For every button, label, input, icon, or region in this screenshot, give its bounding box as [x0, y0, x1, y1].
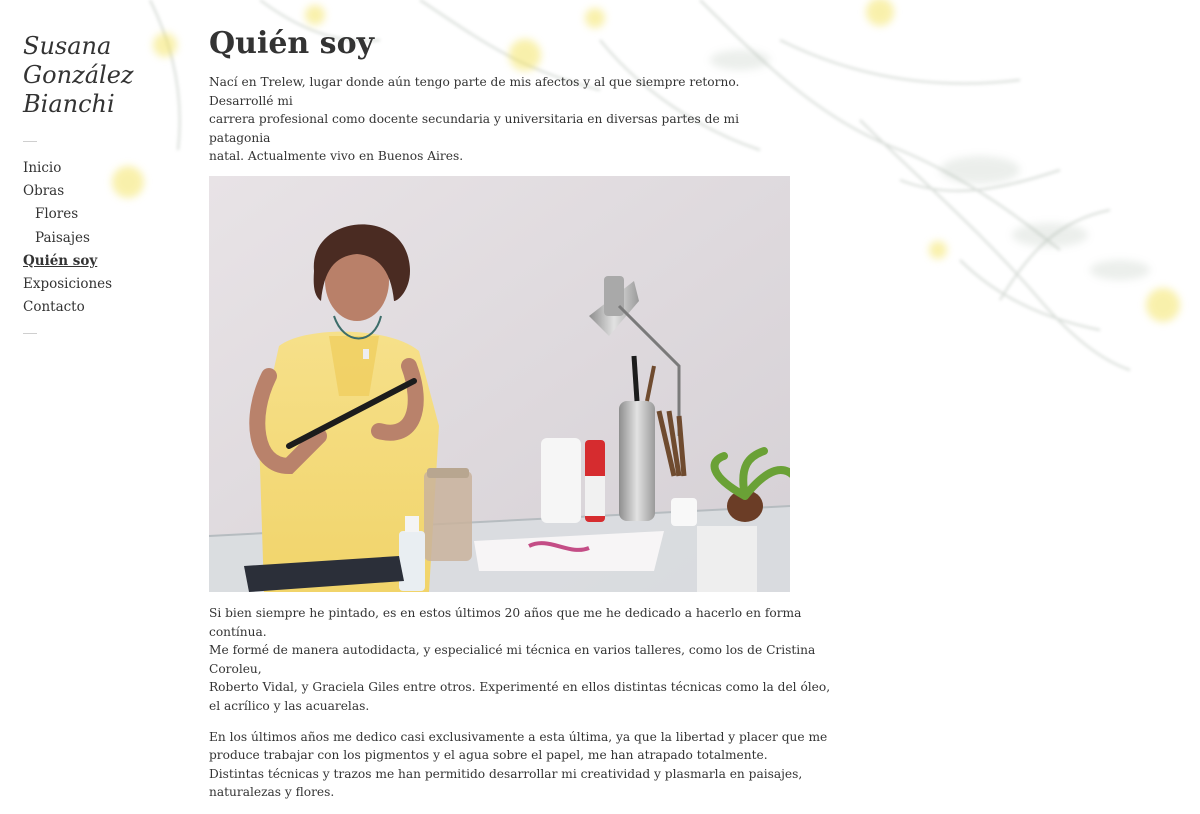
paragraph3-line-4: naturalezas y flores.: [209, 785, 335, 800]
intro-paragraph: Nací en Trelew, lugar donde aún tengo pa…: [209, 73, 794, 166]
site-title-line-1[interactable]: Susana: [23, 32, 111, 60]
nav-item-obras[interactable]: Obras: [23, 180, 183, 203]
paragraph2-line-3: Roberto Vidal, y Graciela Giles entre ot…: [209, 680, 831, 695]
sidebar: Susana González Bianchi Inicio Obras Flo…: [23, 32, 183, 335]
paragraph3-line-3: Distintas técnicas y trazos me han permi…: [209, 766, 803, 781]
nav-item-paisajes[interactable]: Paisajes: [23, 227, 183, 250]
nav-item-flores[interactable]: Flores: [23, 203, 183, 226]
intro-line-2: carrera profesional como docente secunda…: [209, 112, 739, 145]
intro-line-1: Nací en Trelew, lugar donde aún tengo pa…: [209, 75, 740, 108]
nav-item-exposiciones[interactable]: Exposiciones: [23, 273, 183, 296]
page-title: Quién soy: [209, 26, 375, 61]
main-nav: Inicio Obras Flores Paisajes Quién soy E…: [23, 157, 183, 319]
site-title-line-3[interactable]: Bianchi: [23, 90, 115, 118]
paragraph2-line-2: Me formé de manera autodidacta, y especi…: [209, 643, 816, 676]
paragraph-formacion: Si bien siempre he pintado, es en estos …: [209, 604, 834, 716]
nav-item-contacto[interactable]: Contacto: [23, 296, 183, 319]
paragraph-acuarelas: En los últimos años me dedico casi exclu…: [209, 728, 834, 802]
paragraph2-line-1: Si bien siempre he pintado, es en estos …: [209, 605, 802, 639]
nav-item-quien-soy[interactable]: Quién soy: [23, 250, 183, 273]
paragraph3-line-1: En los últimos años me dedico casi exclu…: [209, 729, 828, 744]
intro-line-3: natal. Actualmente vivo en Buenos Aires.: [209, 149, 464, 164]
artist-photo: [209, 175, 790, 592]
paragraph3-line-2: produce trabajar con los pigmentos y el …: [209, 748, 768, 763]
nav-item-inicio[interactable]: Inicio: [23, 157, 183, 180]
nav-divider-top: [23, 141, 37, 142]
site-title[interactable]: Susana González Bianchi: [23, 32, 183, 119]
paragraph2-line-4: el acrílico y las acuarelas.: [209, 698, 370, 713]
nav-divider-bottom: [23, 333, 37, 335]
main-content: Quién soy Nací en Trelew, lugar donde aú…: [209, 25, 830, 814]
site-title-line-2[interactable]: González: [23, 61, 134, 89]
